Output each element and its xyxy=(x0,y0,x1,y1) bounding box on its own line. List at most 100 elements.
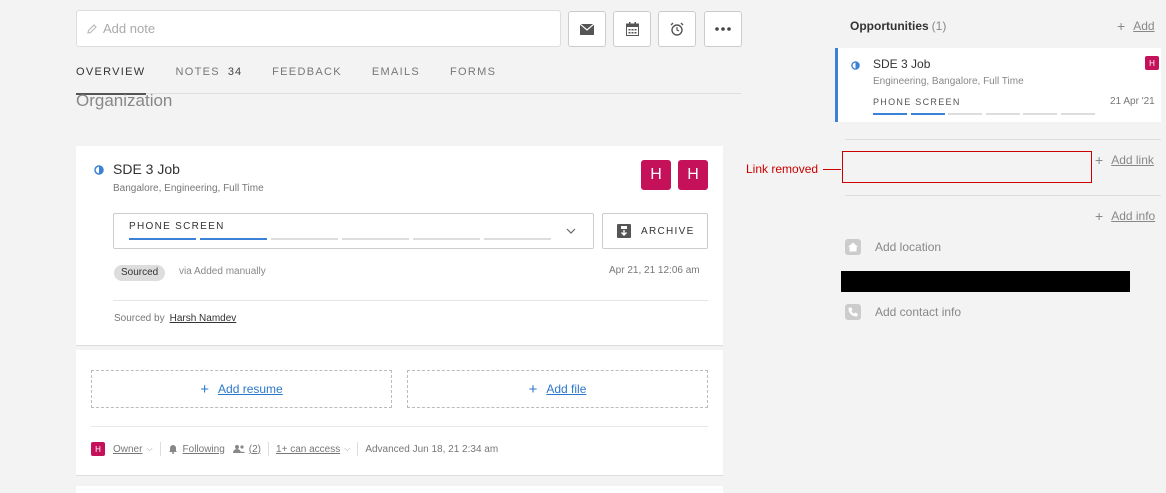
stage-label: PHONE SCREEN xyxy=(129,221,225,232)
email-button[interactable] xyxy=(568,11,606,47)
bell-icon xyxy=(168,445,177,454)
stage-segment xyxy=(413,238,480,240)
add-file-button[interactable]: + Add file xyxy=(407,370,708,408)
add-note-input[interactable]: Add note xyxy=(76,10,561,47)
add-opportunity-label: Add xyxy=(1133,19,1155,33)
home-icon xyxy=(845,239,861,255)
tab-notes[interactable]: NOTES 34 xyxy=(176,58,243,94)
redaction-label: Link removed xyxy=(746,162,819,176)
redacted-bar xyxy=(841,271,1130,292)
tab-emails-label: EMAILS xyxy=(371,66,421,78)
add-resume-button[interactable]: + Add resume xyxy=(91,370,392,408)
sidebar-divider xyxy=(845,195,1161,196)
add-note-placeholder: Add note xyxy=(103,21,156,36)
separator xyxy=(268,442,270,456)
opportunity-stage-segment xyxy=(910,113,945,115)
avatar[interactable]: H xyxy=(678,160,708,190)
opportunity-title: SDE 3 Job xyxy=(873,57,931,71)
stage-status-icon xyxy=(94,165,104,175)
archive-box-icon xyxy=(617,224,631,238)
notes-count: 34 xyxy=(227,66,243,78)
add-info-button[interactable]: + Add info xyxy=(1095,208,1155,224)
stage-segment xyxy=(271,238,338,240)
tab-overview-label: OVERVIEW xyxy=(76,66,146,78)
plus-icon: + xyxy=(1095,152,1104,168)
opportunity-stage-segment xyxy=(948,113,982,115)
opportunity-subtitle: Engineering, Bangalore, Full Time xyxy=(873,76,1024,87)
attachments-panel xyxy=(76,350,723,476)
calendar-icon xyxy=(625,22,639,36)
add-opportunity-button[interactable]: + Add xyxy=(1117,18,1155,34)
add-contact-label: Add contact info xyxy=(875,305,962,319)
pencil-icon xyxy=(87,23,97,34)
add-info-label: Add info xyxy=(1111,209,1156,223)
reminder-button[interactable] xyxy=(658,11,696,47)
separator xyxy=(159,442,161,456)
add-link-label: Add link xyxy=(1111,153,1154,167)
tab-overview[interactable]: OVERVIEW xyxy=(76,58,146,95)
opportunities-heading: Opportunities (1) xyxy=(850,19,946,33)
opportunity-stage: PHONE SCREEN xyxy=(873,97,961,107)
opportunities-count: (1) xyxy=(931,19,947,33)
job-title[interactable]: SDE 3 Job xyxy=(113,161,180,177)
stage-status-icon xyxy=(851,61,860,70)
owner-avatar: H xyxy=(91,442,105,456)
tab-emails[interactable]: EMAILS xyxy=(372,58,420,94)
tab-forms[interactable]: FORMS xyxy=(450,58,496,94)
schedule-button[interactable] xyxy=(613,11,651,47)
sourced-by-label: Sourced by xyxy=(114,313,165,324)
status-badge: Sourced xyxy=(114,265,166,281)
redacted-link-box xyxy=(842,151,1092,183)
phone-icon xyxy=(845,304,861,320)
add-contact-row[interactable]: Add contact info xyxy=(845,304,961,320)
archive-button[interactable]: ARCHIVE xyxy=(602,213,708,249)
chevron-down-icon: ⌵ xyxy=(344,444,351,453)
opportunities-title: Opportunities xyxy=(850,19,929,33)
add-resume-label: Add resume xyxy=(218,382,283,396)
opportunity-avatar: H xyxy=(1145,56,1159,70)
tab-notes-label: NOTES xyxy=(175,66,220,78)
alarm-clock-icon xyxy=(670,22,684,36)
redaction-annotation: Link removed xyxy=(746,162,842,176)
add-location-row[interactable]: Add location xyxy=(845,239,941,255)
tab-feedback-label: FEEDBACK xyxy=(272,66,342,78)
chevron-down-icon: ⌵ xyxy=(146,444,153,453)
footer-divider xyxy=(91,426,708,427)
stage-segment xyxy=(200,238,267,240)
next-card xyxy=(76,486,723,493)
following-toggle[interactable]: Following xyxy=(183,444,225,455)
owner-dropdown[interactable]: Owner xyxy=(113,444,142,455)
add-link-button[interactable]: + Add link xyxy=(1095,152,1154,168)
opportunity-stage-segment xyxy=(873,113,907,115)
followers-icon xyxy=(232,445,245,453)
opportunity-stage-segment xyxy=(1023,113,1057,115)
created-timestamp: Apr 21, 21 12:06 am xyxy=(609,265,700,276)
avatar[interactable]: H xyxy=(641,160,671,190)
profile-tabs: OVERVIEW NOTES 34 FEEDBACK EMAILS FORMS xyxy=(76,58,741,95)
sourced-by-link[interactable]: Harsh Namdev xyxy=(170,313,237,324)
separator xyxy=(357,442,359,456)
job-subtitle: Bangalore, Engineering, Full Time xyxy=(113,183,264,194)
redaction-pointer xyxy=(823,168,842,170)
add-location-label: Add location xyxy=(875,240,942,254)
sourced-by: Sourced by Harsh Namdev xyxy=(114,313,236,324)
add-file-label: Add file xyxy=(546,382,587,396)
plus-icon: + xyxy=(1117,18,1126,34)
tab-feedback[interactable]: FEEDBACK xyxy=(272,58,342,94)
opportunity-stage-segment xyxy=(1060,113,1095,115)
plus-icon: + xyxy=(528,380,538,398)
followers-count[interactable]: (2) xyxy=(249,444,261,455)
ellipsis-icon xyxy=(715,27,731,31)
card-divider xyxy=(113,300,708,301)
access-dropdown[interactable]: 1+ can access xyxy=(276,444,340,455)
chevron-down-icon xyxy=(566,228,576,234)
archive-label: ARCHIVE xyxy=(641,225,695,237)
sidebar-divider xyxy=(845,139,1161,140)
advanced-timestamp: Advanced Jun 18, 21 2:34 am xyxy=(365,443,499,455)
stage-segment xyxy=(129,238,196,240)
plus-icon: + xyxy=(1095,208,1104,224)
more-actions-button[interactable] xyxy=(704,11,742,47)
source-via: via Added manually xyxy=(179,266,266,277)
plus-icon: + xyxy=(200,380,210,398)
stage-segment xyxy=(484,238,551,240)
